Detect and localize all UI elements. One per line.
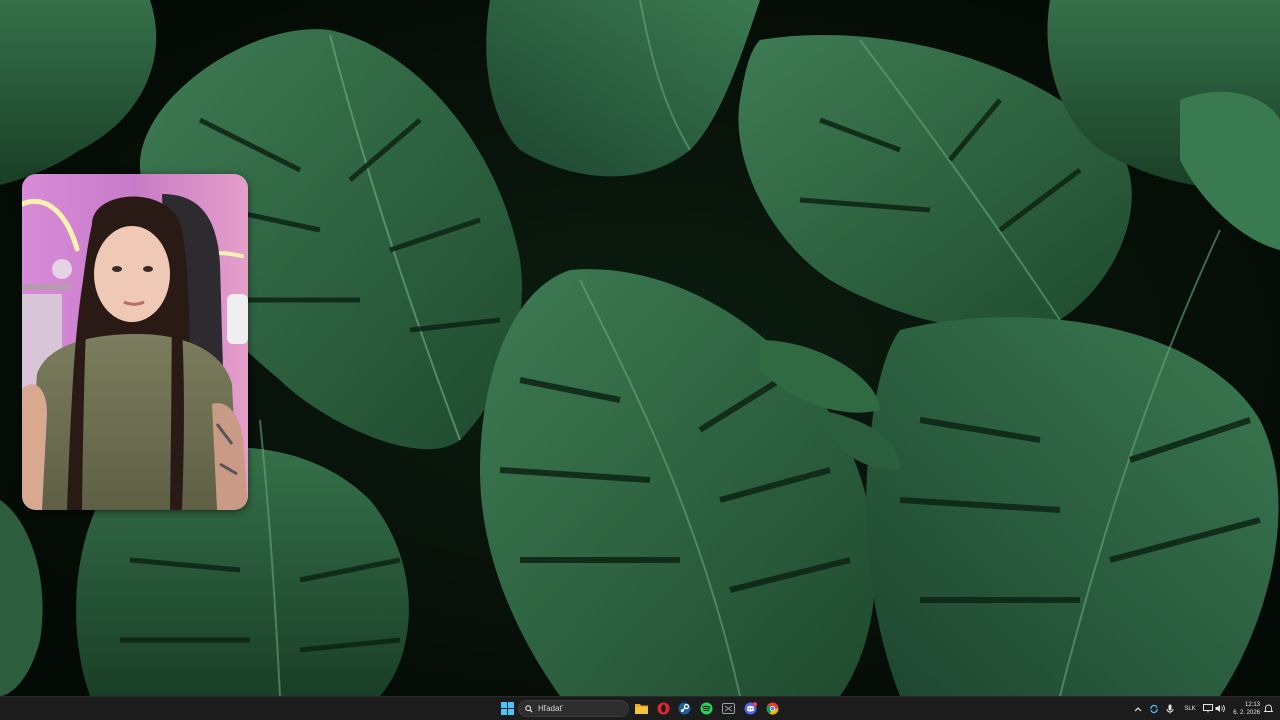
clock-time: 12:13 xyxy=(1244,701,1260,708)
taskbar-app-chrome[interactable] xyxy=(764,700,781,717)
desktop: Hľadať SLK 12:13 6. 2. 2026 xyxy=(0,0,1280,720)
webcam-feed-image xyxy=(22,174,248,510)
chrome-icon xyxy=(766,702,779,715)
opera-icon xyxy=(657,702,670,715)
clock-date: 6. 2. 2026 xyxy=(1233,709,1260,716)
notification-bell-icon xyxy=(1263,704,1273,712)
taskbar-app-spotify[interactable] xyxy=(698,700,715,717)
search-placeholder: Hľadať xyxy=(538,704,563,713)
tray-microphone[interactable] xyxy=(1164,697,1176,720)
tray-volume[interactable] xyxy=(1214,697,1226,720)
tray-clock[interactable]: 12:13 6. 2. 2026 xyxy=(1228,697,1260,720)
taskbar-app-steam[interactable] xyxy=(676,700,693,717)
tray-language[interactable]: SLK xyxy=(1182,697,1198,720)
tray-overflow-chevron[interactable] xyxy=(1132,697,1144,720)
tray-sync[interactable] xyxy=(1148,697,1160,720)
steam-icon xyxy=(678,702,691,715)
tray-notifications[interactable] xyxy=(1262,697,1274,720)
taskbar-app-discord[interactable] xyxy=(742,700,759,717)
taskbar-search-box[interactable]: Hľadať xyxy=(518,700,629,717)
chevron-up-icon xyxy=(1134,706,1142,711)
speaker-icon xyxy=(1215,704,1225,713)
microphone-icon xyxy=(1166,704,1174,713)
webcam-overlay xyxy=(22,174,248,510)
windows-logo-icon xyxy=(501,702,514,715)
tray-network[interactable] xyxy=(1202,697,1214,720)
taskbar-app-file-explorer[interactable] xyxy=(633,700,650,717)
taskbar-app-opera[interactable] xyxy=(655,700,672,717)
folder-icon xyxy=(635,704,648,714)
controller-icon xyxy=(722,703,735,714)
search-icon xyxy=(525,704,533,713)
start-button[interactable] xyxy=(499,700,516,717)
taskbar-app-xbox[interactable] xyxy=(720,700,737,717)
spotify-icon xyxy=(700,702,713,715)
network-monitor-icon xyxy=(1203,704,1213,713)
discord-icon xyxy=(744,702,757,715)
taskbar: Hľadať SLK 12:13 6. 2. 2026 xyxy=(0,696,1280,720)
sync-icon xyxy=(1150,704,1158,713)
